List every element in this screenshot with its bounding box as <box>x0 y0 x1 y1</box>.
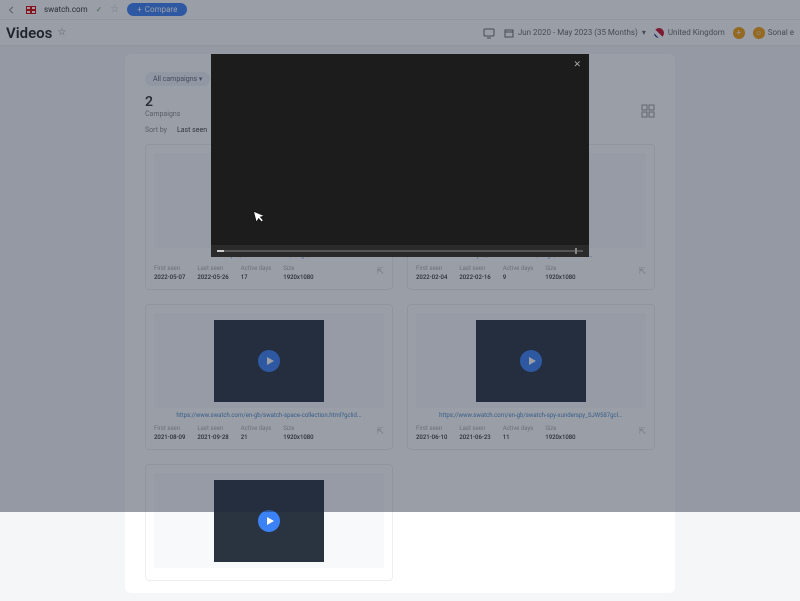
progress-track[interactable] <box>217 250 583 252</box>
progress-fill <box>217 250 224 252</box>
progress-end-marker <box>575 248 577 254</box>
video-player-modal: ✕ <box>211 54 589 257</box>
video-canvas[interactable] <box>211 54 589 245</box>
modal-overlay[interactable]: ✕ <box>0 0 800 512</box>
play-icon[interactable] <box>258 510 280 532</box>
video-progress-bar[interactable] <box>211 245 589 257</box>
cursor-icon <box>252 208 267 225</box>
